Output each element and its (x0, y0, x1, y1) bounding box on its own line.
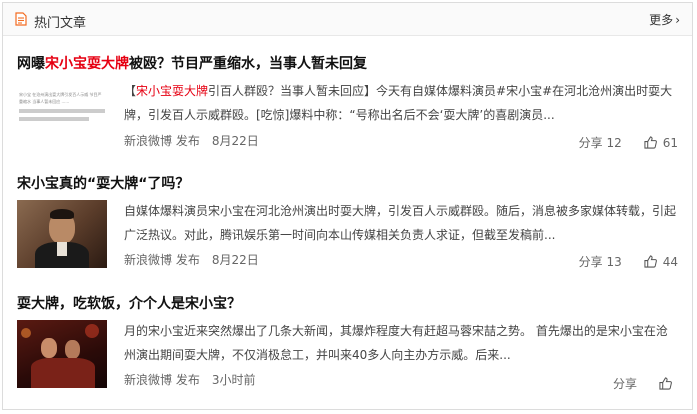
photo-collar (57, 242, 67, 256)
article-thumbnail[interactable] (17, 320, 107, 388)
article-meta: 新浪微博 发布 8月22日 (124, 132, 271, 149)
like-button[interactable] (659, 377, 678, 390)
publish-verb: 发布 (175, 253, 200, 267)
photo-body (31, 358, 95, 388)
share-label[interactable]: 分享 (613, 377, 637, 391)
summary-highlight: 宋小宝耍大牌 (136, 84, 209, 98)
photo-face (65, 340, 80, 359)
article-title[interactable]: 宋小宝真的“耍大牌“了吗？ (17, 173, 189, 193)
share-button[interactable]: 分享 13 (579, 253, 622, 270)
source: 新浪微博 (124, 253, 173, 267)
thumbnail-text: 宋小宝 在沧州演出耍大牌引发百人示威 节目严重缩水 当事人暂未回应 ...... (19, 92, 102, 104)
publish-date: 3小时前 (211, 373, 256, 387)
article-summary: 自媒体爆料演员宋小宝在河北沧州演出时耍大牌，引发百人示威群殴。随后，消息被多家媒… (124, 204, 677, 242)
share-count[interactable]: 12 (606, 136, 621, 150)
thumbnail-line (19, 117, 89, 121)
publish-date: 8月22日 (211, 134, 259, 148)
summary-prefix: 【 (124, 84, 137, 98)
share-button[interactable]: 分享 (613, 375, 637, 392)
article-meta: 新浪微博 发布 3小时前 (124, 371, 268, 388)
article-thumbnail[interactable] (17, 200, 107, 268)
publish-verb: 发布 (175, 373, 200, 387)
like-count[interactable]: 61 (663, 136, 678, 150)
like-button[interactable]: 61 (644, 136, 678, 150)
share-label[interactable]: 分享 (579, 136, 603, 150)
publish-date: 8月22日 (211, 253, 259, 267)
share-label[interactable]: 分享 (579, 255, 603, 269)
photo-light (85, 324, 99, 338)
article-actions: 分享 12 61 (579, 134, 678, 151)
panel-title: 热门文章 (34, 16, 87, 31)
photo-hair (50, 209, 74, 219)
thumbs-up-icon[interactable] (659, 377, 672, 390)
article-actions: 分享 13 44 (579, 253, 678, 270)
title-prefix[interactable]: 网曝 (17, 56, 45, 72)
thumbs-up-icon[interactable] (644, 136, 657, 149)
more-link[interactable]: 更多 › (649, 11, 680, 28)
article-summary: 月的宋小宝近来突然爆出了几条大新闻，其爆炸程度大有赶超马蓉宋喆之势。 首先爆出的… (124, 324, 668, 362)
photo-light (21, 328, 31, 338)
thumbs-up-icon[interactable] (644, 255, 657, 268)
article-actions: 分享 (613, 375, 678, 392)
article-title[interactable]: 耍大牌，吃软饭，介个人是宋小宝？ (17, 293, 241, 313)
document-icon (15, 12, 27, 26)
share-count[interactable]: 13 (606, 255, 621, 269)
like-count[interactable]: 44 (663, 255, 678, 269)
article-meta: 新浪微博 发布 8月22日 (124, 251, 271, 268)
article-summary: 【宋小宝耍大牌引百人群殴？当事人暂未回应】今天有自媒体爆料演员#宋小宝#在河北沧… (124, 79, 679, 127)
thumbnail-line (19, 109, 105, 113)
article-title[interactable]: 网曝宋小宝耍大牌被殴？节目严重缩水，当事人暂未回复 (17, 53, 367, 73)
share-button[interactable]: 分享 12 (579, 134, 622, 151)
source: 新浪微博 (124, 134, 173, 148)
title-suffix[interactable]: 被殴？节目严重缩水，当事人暂未回复 (129, 56, 367, 72)
title-highlight[interactable]: 宋小宝耍大牌 (45, 56, 129, 72)
photo-face (41, 338, 57, 358)
hot-articles-panel: 热门文章 更多 › 网曝宋小宝耍大牌被殴？节目严重缩水，当事人暂未回复 宋小宝 在… (2, 2, 693, 410)
chevron-right-icon[interactable]: › (675, 13, 680, 27)
publish-verb: 发布 (175, 134, 200, 148)
article-thumbnail[interactable]: 宋小宝 在沧州演出耍大牌引发百人示威 节目严重缩水 当事人暂未回应 ...... (17, 81, 107, 149)
like-button[interactable]: 44 (644, 255, 678, 269)
source: 新浪微博 (124, 373, 173, 387)
panel-header: 热门文章 更多 › (3, 3, 692, 36)
more-label[interactable]: 更多 (649, 13, 673, 27)
